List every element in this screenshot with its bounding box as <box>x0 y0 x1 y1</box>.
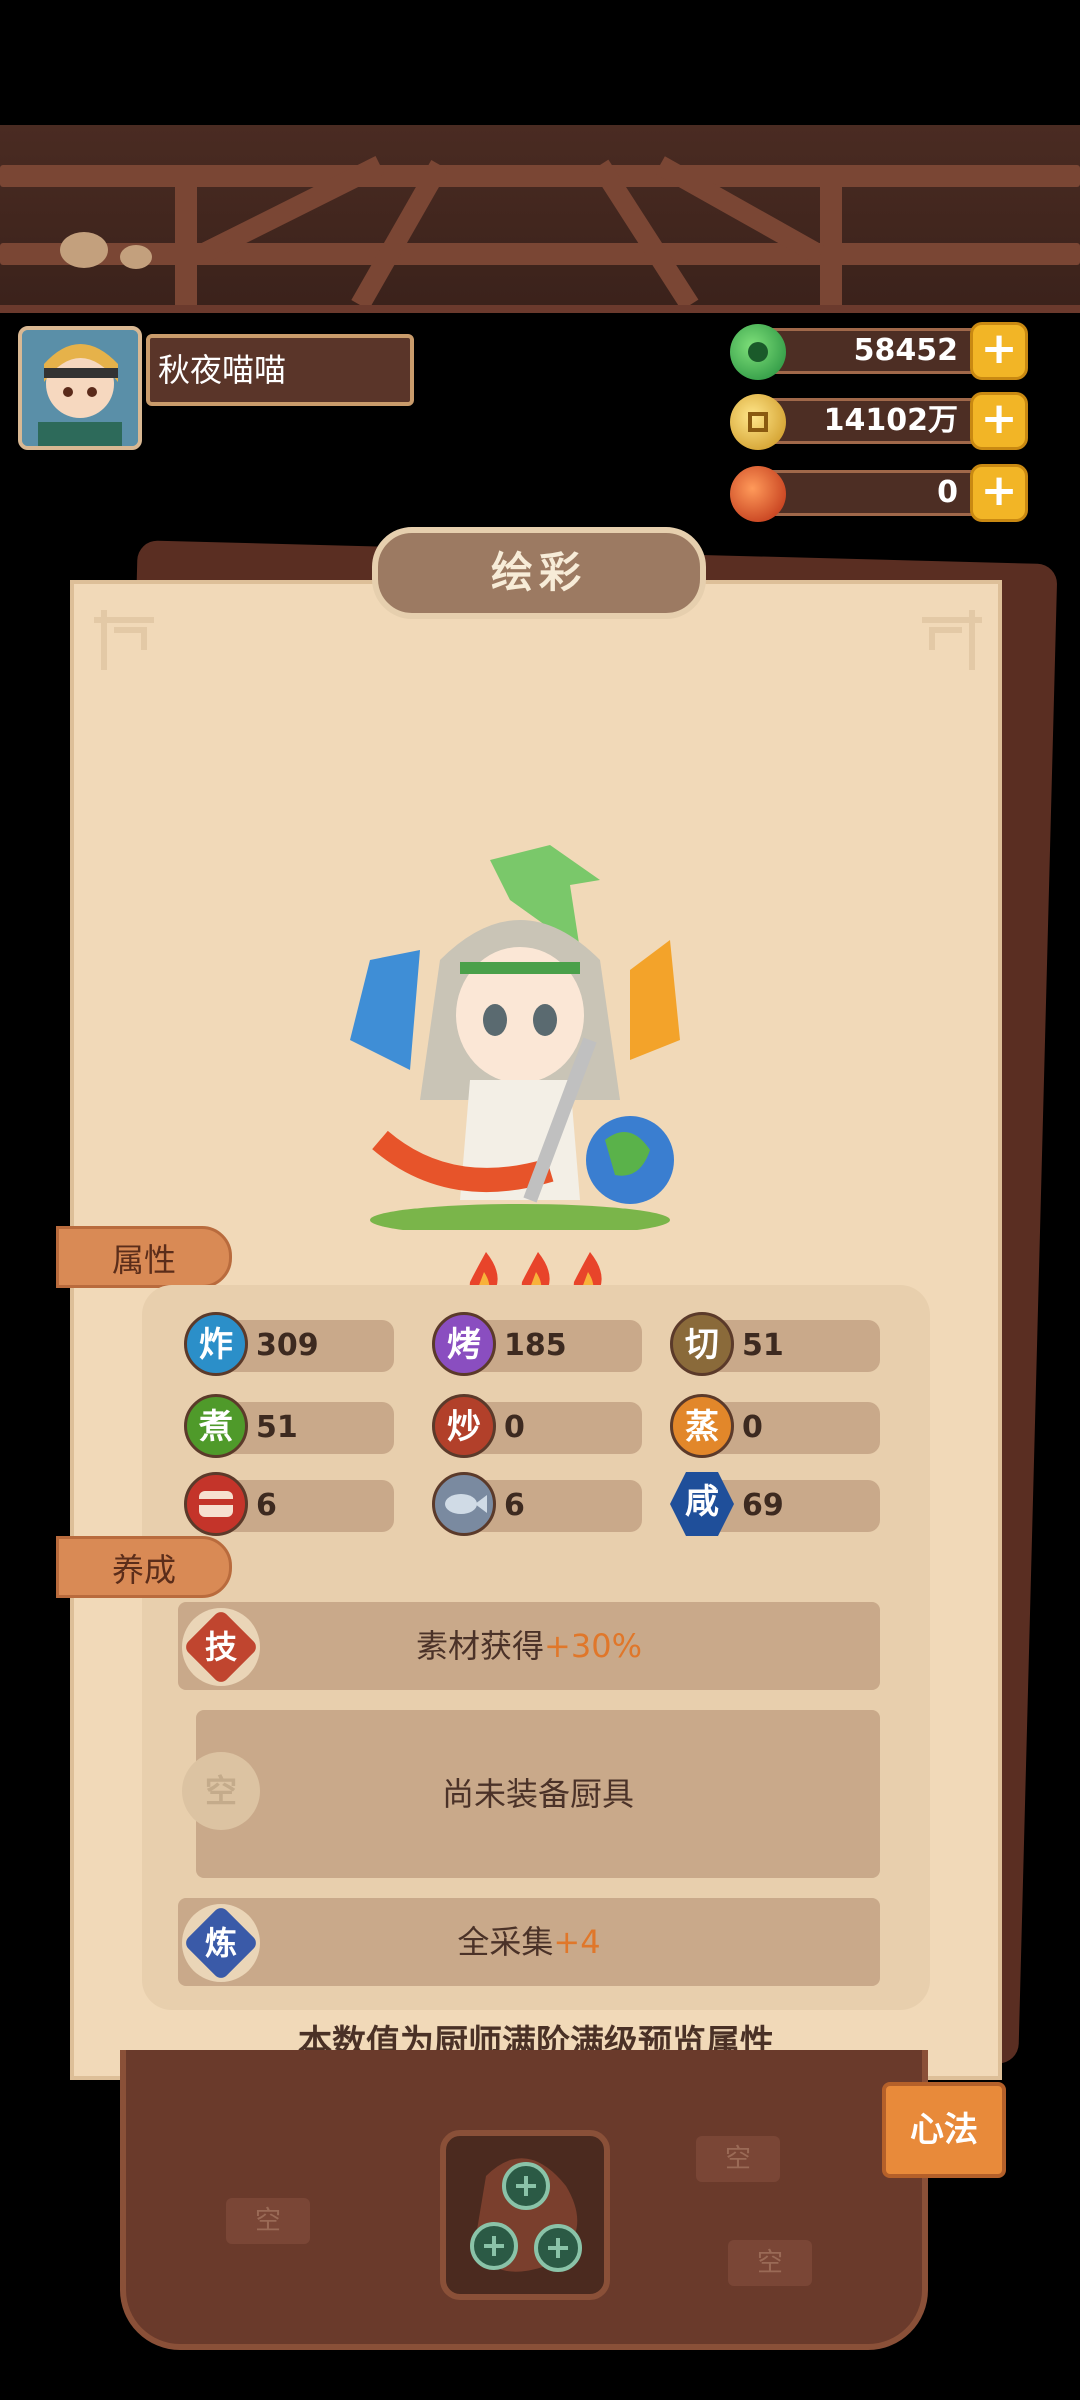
beam-bracing <box>60 156 825 305</box>
skill-row: 素材获得+30% <box>178 1602 880 1690</box>
skill-text: 素材获得 <box>416 1627 545 1665</box>
fire-gem-amount: 0 <box>750 470 995 516</box>
coin-icon <box>730 394 786 450</box>
skill-icon[interactable]: 技 <box>182 1608 260 1686</box>
fry-icon: 炸 <box>184 1312 248 1376</box>
equipment-text: 尚未装备厨具 <box>441 1775 634 1813</box>
meat-icon <box>184 1472 248 1536</box>
currency-coin: 14102万 + <box>730 392 1030 450</box>
refine-bonus: +4 <box>553 1923 601 1961</box>
empty-slot[interactable]: 空 <box>226 2198 310 2244</box>
coin-add-button[interactable]: + <box>970 392 1028 450</box>
stat-cut: 51 切 <box>670 1312 880 1376</box>
stat-stirfry: 0 炒 <box>432 1394 642 1458</box>
skill-bonus: +30% <box>544 1627 642 1665</box>
tab-develop[interactable]: 养成 <box>56 1536 232 1598</box>
cut-icon: 切 <box>670 1312 734 1376</box>
player-avatar[interactable] <box>18 326 142 450</box>
refine-text: 全采集 <box>457 1923 554 1961</box>
stat-salty: 69 咸 <box>670 1472 880 1536</box>
currency-fire-gem: 0 + <box>730 464 1030 522</box>
steam-icon: 蒸 <box>670 1394 734 1458</box>
stat-fry: 309 炸 <box>184 1312 394 1376</box>
jade-add-button[interactable]: + <box>970 322 1028 380</box>
stat-steam: 0 蒸 <box>670 1394 880 1458</box>
stat-meat: 6 <box>184 1472 394 1536</box>
xinfa-core-slot[interactable] <box>440 2130 610 2300</box>
boil-icon: 煮 <box>184 1394 248 1458</box>
xinfa-button[interactable]: 心法 <box>882 2082 1006 2178</box>
chef-name-title: 绘彩 <box>372 527 706 619</box>
fire-gem-add-button[interactable]: + <box>970 464 1028 522</box>
stat-fish: 6 <box>432 1472 642 1536</box>
chef-portrait-icon <box>350 845 680 1230</box>
equipment-glyph: 空 <box>204 1772 237 1810</box>
fire-gem-icon <box>730 466 786 522</box>
stat-roast: 185 烤 <box>432 1312 642 1376</box>
empty-slot[interactable]: 空 <box>696 2136 780 2182</box>
refine-row: 全采集+4 <box>178 1898 880 1986</box>
equipment-slot-icon[interactable]: 空 <box>182 1752 260 1830</box>
stirfry-icon: 炒 <box>432 1394 496 1458</box>
xinfa-slots-icon <box>470 2158 582 2272</box>
roof-beams <box>0 125 1080 313</box>
roast-icon: 烤 <box>432 1312 496 1376</box>
corner-ornament-icon <box>94 610 154 670</box>
equipment-row[interactable]: 尚未装备厨具 <box>196 1710 880 1878</box>
xinfa-tray: 空 空 空 <box>120 2050 928 2350</box>
refine-glyph: 炼 <box>204 1924 237 1962</box>
coin-amount: 14102万 <box>750 398 995 444</box>
avatar-portrait-icon <box>22 330 138 446</box>
currency-jade: 58452 + <box>730 322 1030 380</box>
player-name: 秋夜喵喵 <box>146 334 414 406</box>
tab-attributes[interactable]: 属性 <box>56 1226 232 1288</box>
skill-glyph: 技 <box>204 1628 237 1666</box>
jade-amount: 58452 <box>750 328 995 374</box>
empty-slot[interactable]: 空 <box>728 2240 812 2286</box>
refine-icon[interactable]: 炼 <box>182 1904 260 1982</box>
jade-icon <box>730 324 786 380</box>
corner-ornament-icon <box>922 610 982 670</box>
stat-boil: 51 煮 <box>184 1394 394 1458</box>
fish-icon <box>432 1472 496 1536</box>
